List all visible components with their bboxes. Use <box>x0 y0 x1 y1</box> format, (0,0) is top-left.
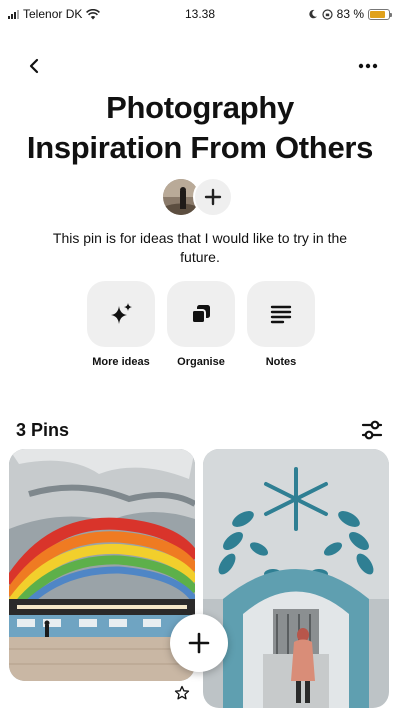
board-title-line-1: Photography <box>106 90 294 125</box>
organise-tile[interactable] <box>167 281 235 347</box>
pins-header: 3 Pins <box>16 417 384 443</box>
filter-button[interactable] <box>360 418 384 442</box>
status-right: 83 % <box>308 7 392 21</box>
favorite-button[interactable] <box>174 685 190 701</box>
top-nav <box>0 52 400 82</box>
notes-tile[interactable] <box>247 281 315 347</box>
board-title-line-2: Inspiration From Others <box>26 130 374 165</box>
board-actions: More ideas Organise Notes <box>86 281 316 368</box>
more-ideas-label: More ideas <box>92 356 150 368</box>
filter-icon <box>361 420 383 440</box>
board-description: This pin is for ideas that I would like … <box>24 229 376 267</box>
organise-icon <box>191 305 210 324</box>
plus-icon <box>188 632 210 654</box>
description-line-2: future. <box>180 249 220 265</box>
more-ideas-button[interactable]: More ideas <box>86 281 156 368</box>
collaborators <box>161 177 235 219</box>
board-title: Photography Inspiration From Others <box>0 88 400 168</box>
more-horizontal-icon <box>358 63 378 69</box>
description-line-1: This pin is for ideas that I would like … <box>52 230 348 246</box>
pin-image <box>203 449 389 708</box>
pin-card[interactable] <box>9 449 195 681</box>
status-bar: Telenor DK 13.38 83 % <box>0 0 400 28</box>
battery-level <box>370 10 385 18</box>
more-ideas-tile[interactable] <box>87 281 155 347</box>
add-pin-button[interactable] <box>170 614 228 672</box>
pin-card[interactable] <box>203 449 389 708</box>
pin-image <box>9 449 195 681</box>
notes-button[interactable]: Notes <box>246 281 316 368</box>
chevron-left-icon <box>29 58 39 74</box>
back-button[interactable] <box>20 52 48 80</box>
star-icon <box>174 685 190 700</box>
notes-icon <box>270 305 292 324</box>
battery-percent: 83 % <box>336 7 364 21</box>
pins-count: 3 Pins <box>16 419 70 440</box>
notes-label: Notes <box>265 356 297 368</box>
more-options-button[interactable] <box>354 52 382 80</box>
moon-icon <box>308 9 317 19</box>
sparkle-icon <box>111 303 132 324</box>
battery-icon <box>368 8 392 20</box>
plus-icon <box>204 188 222 206</box>
orientation-lock-icon <box>322 8 333 20</box>
add-collaborator-button[interactable] <box>193 177 233 217</box>
organise-button[interactable]: Organise <box>166 281 236 368</box>
organise-label: Organise <box>177 356 225 368</box>
